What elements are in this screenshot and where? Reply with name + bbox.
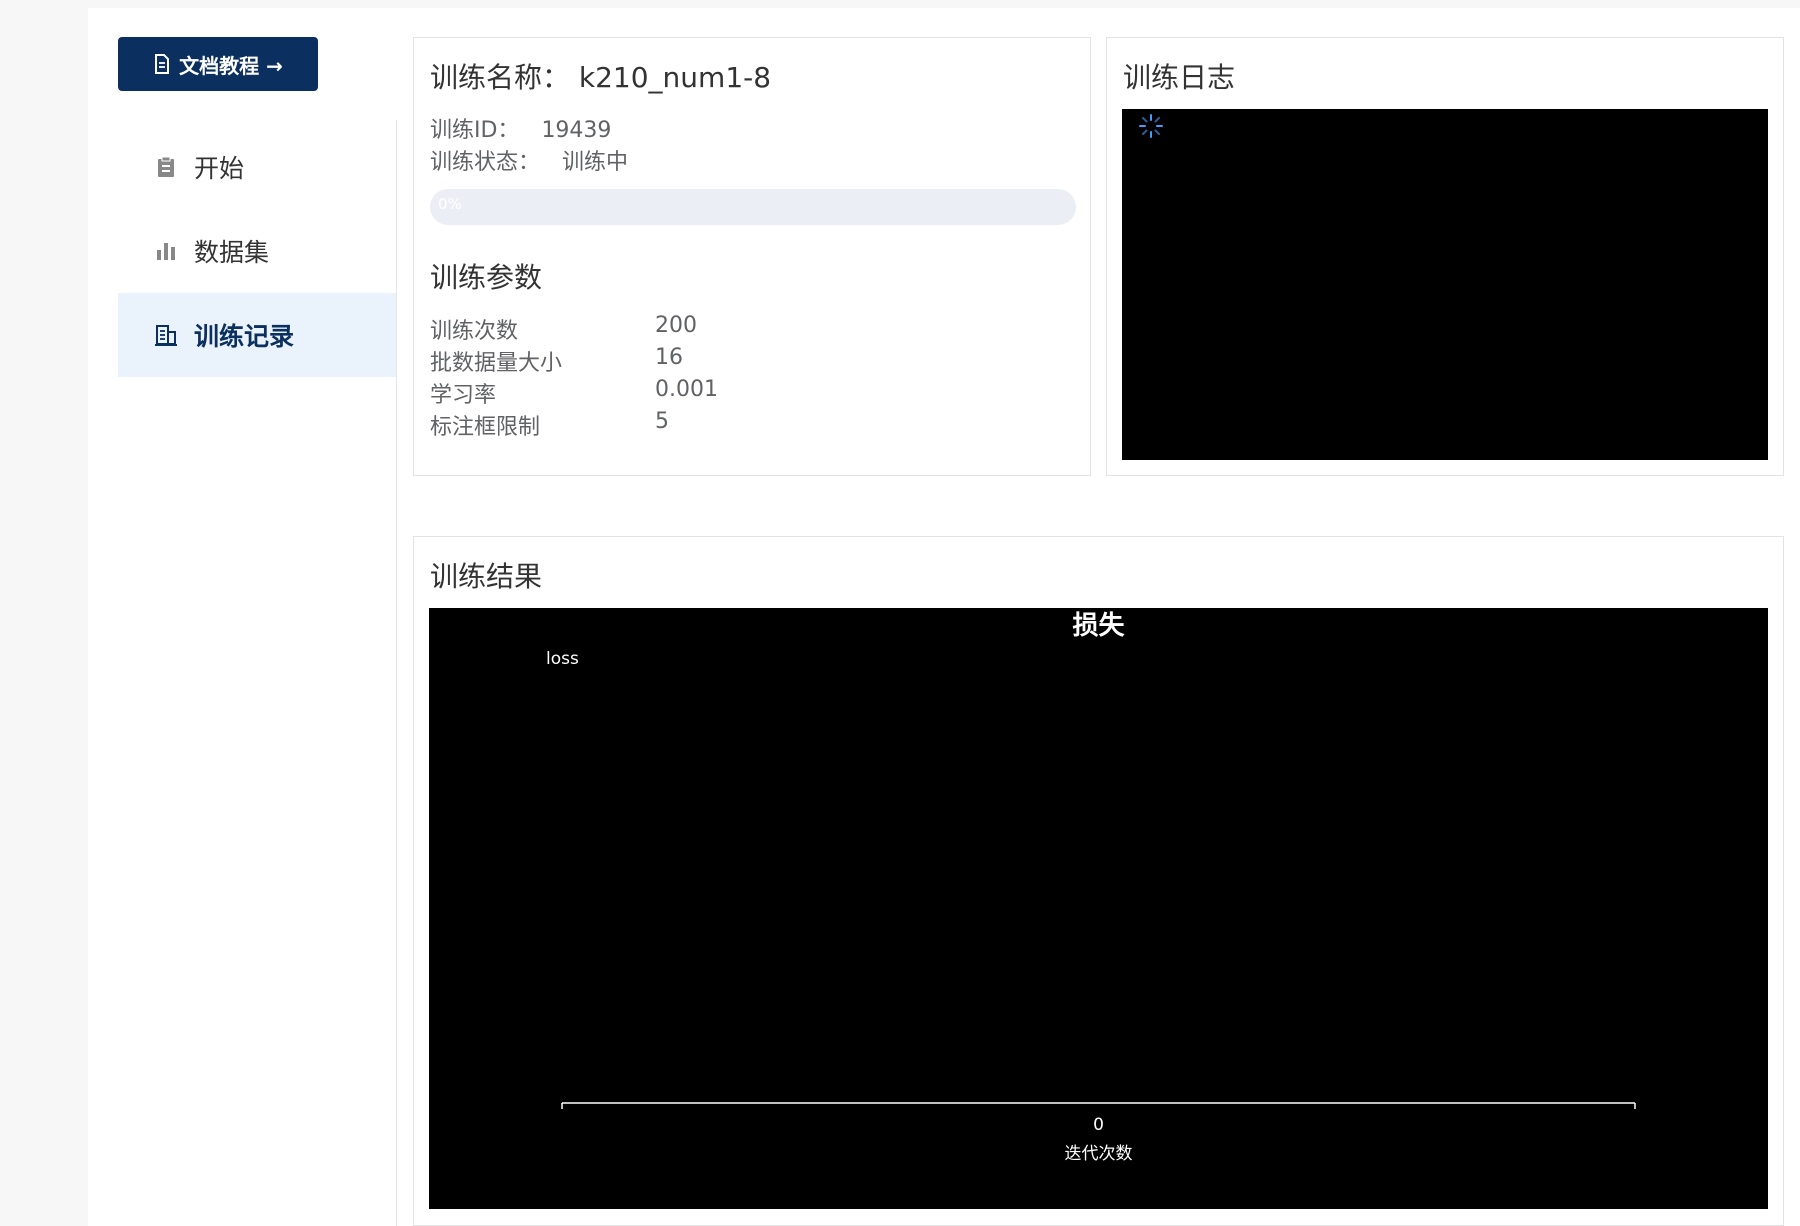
loss-chart-svg: 损失 loss 0 迭代次数 bbox=[546, 611, 1636, 1164]
param-label: 训练次数 bbox=[430, 319, 519, 344]
training-params-title: 训练参数 bbox=[430, 261, 543, 294]
clipboard-icon bbox=[154, 155, 178, 179]
training-log-card: 训练日志 bbox=[1106, 37, 1784, 476]
sidebar-item-label: 数据集 bbox=[194, 238, 270, 267]
training-log-title: 训练日志 bbox=[1123, 61, 1236, 94]
sidebar-nav: 开始 数据集 训练记录 bbox=[118, 125, 396, 377]
training-name-title: 训练名称： k210_num1-8 bbox=[430, 61, 772, 94]
param-label: 批数据量大小 bbox=[430, 351, 563, 376]
param-value: 0.001 bbox=[655, 377, 718, 402]
bar-chart-icon bbox=[154, 239, 178, 263]
sidebar-item-training-records[interactable]: 训练记录 bbox=[118, 293, 396, 377]
training-result-title: 训练结果 bbox=[430, 560, 543, 593]
sidebar-item-label: 训练记录 bbox=[194, 322, 295, 351]
x-axis-label: 迭代次数 bbox=[1065, 1144, 1133, 1164]
training-id-value: 19439 bbox=[541, 118, 612, 143]
sidebar-item-label: 开始 bbox=[194, 154, 245, 183]
sidebar-item-start[interactable]: 开始 bbox=[118, 125, 396, 209]
training-id-label: 训练ID： bbox=[430, 118, 520, 143]
param-row-batch-size: 批数据量大小 16 bbox=[430, 345, 1030, 377]
param-label: 学习率 bbox=[430, 383, 497, 408]
training-result-card: 训练结果 损失 loss 0 迭代次数 bbox=[413, 536, 1784, 1226]
param-label: 标注框限制 bbox=[430, 415, 541, 440]
training-status-label: 训练状态： bbox=[430, 150, 541, 175]
doc-tutorial-button[interactable]: 文档教程 → bbox=[118, 37, 318, 91]
training-id-line: 训练ID： 19439 bbox=[430, 112, 611, 144]
sidebar-divider bbox=[396, 120, 397, 1226]
training-info-card: 训练名称： k210_num1-8 训练ID： 19439 训练状态： 训练中 0%… bbox=[413, 37, 1091, 476]
training-progress-bar: 0% bbox=[430, 189, 1076, 225]
param-row-learning-rate: 学习率 0.001 bbox=[430, 377, 1030, 409]
loss-chart: 损失 loss 0 迭代次数 bbox=[429, 608, 1768, 1209]
loading-spinner-icon bbox=[1138, 113, 1164, 143]
training-log-console[interactable] bbox=[1122, 109, 1768, 460]
param-value: 5 bbox=[655, 409, 669, 434]
chart-title: 损失 bbox=[1072, 611, 1125, 641]
document-icon bbox=[153, 54, 171, 74]
param-value: 16 bbox=[655, 345, 683, 370]
training-status-value: 训练中 bbox=[562, 150, 629, 175]
sidebar-item-dataset[interactable]: 数据集 bbox=[118, 209, 396, 293]
param-row-epochs: 训练次数 200 bbox=[430, 313, 1030, 345]
param-value: 200 bbox=[655, 313, 697, 338]
legend-entry: loss bbox=[546, 649, 579, 669]
record-icon bbox=[154, 323, 178, 347]
progress-text: 0% bbox=[438, 195, 462, 213]
param-row-box-limit: 标注框限制 5 bbox=[430, 409, 1030, 441]
doc-tutorial-label: 文档教程 → bbox=[179, 53, 283, 78]
training-status-line: 训练状态： 训练中 bbox=[430, 144, 628, 176]
x-tick-label: 0 bbox=[1093, 1115, 1104, 1135]
